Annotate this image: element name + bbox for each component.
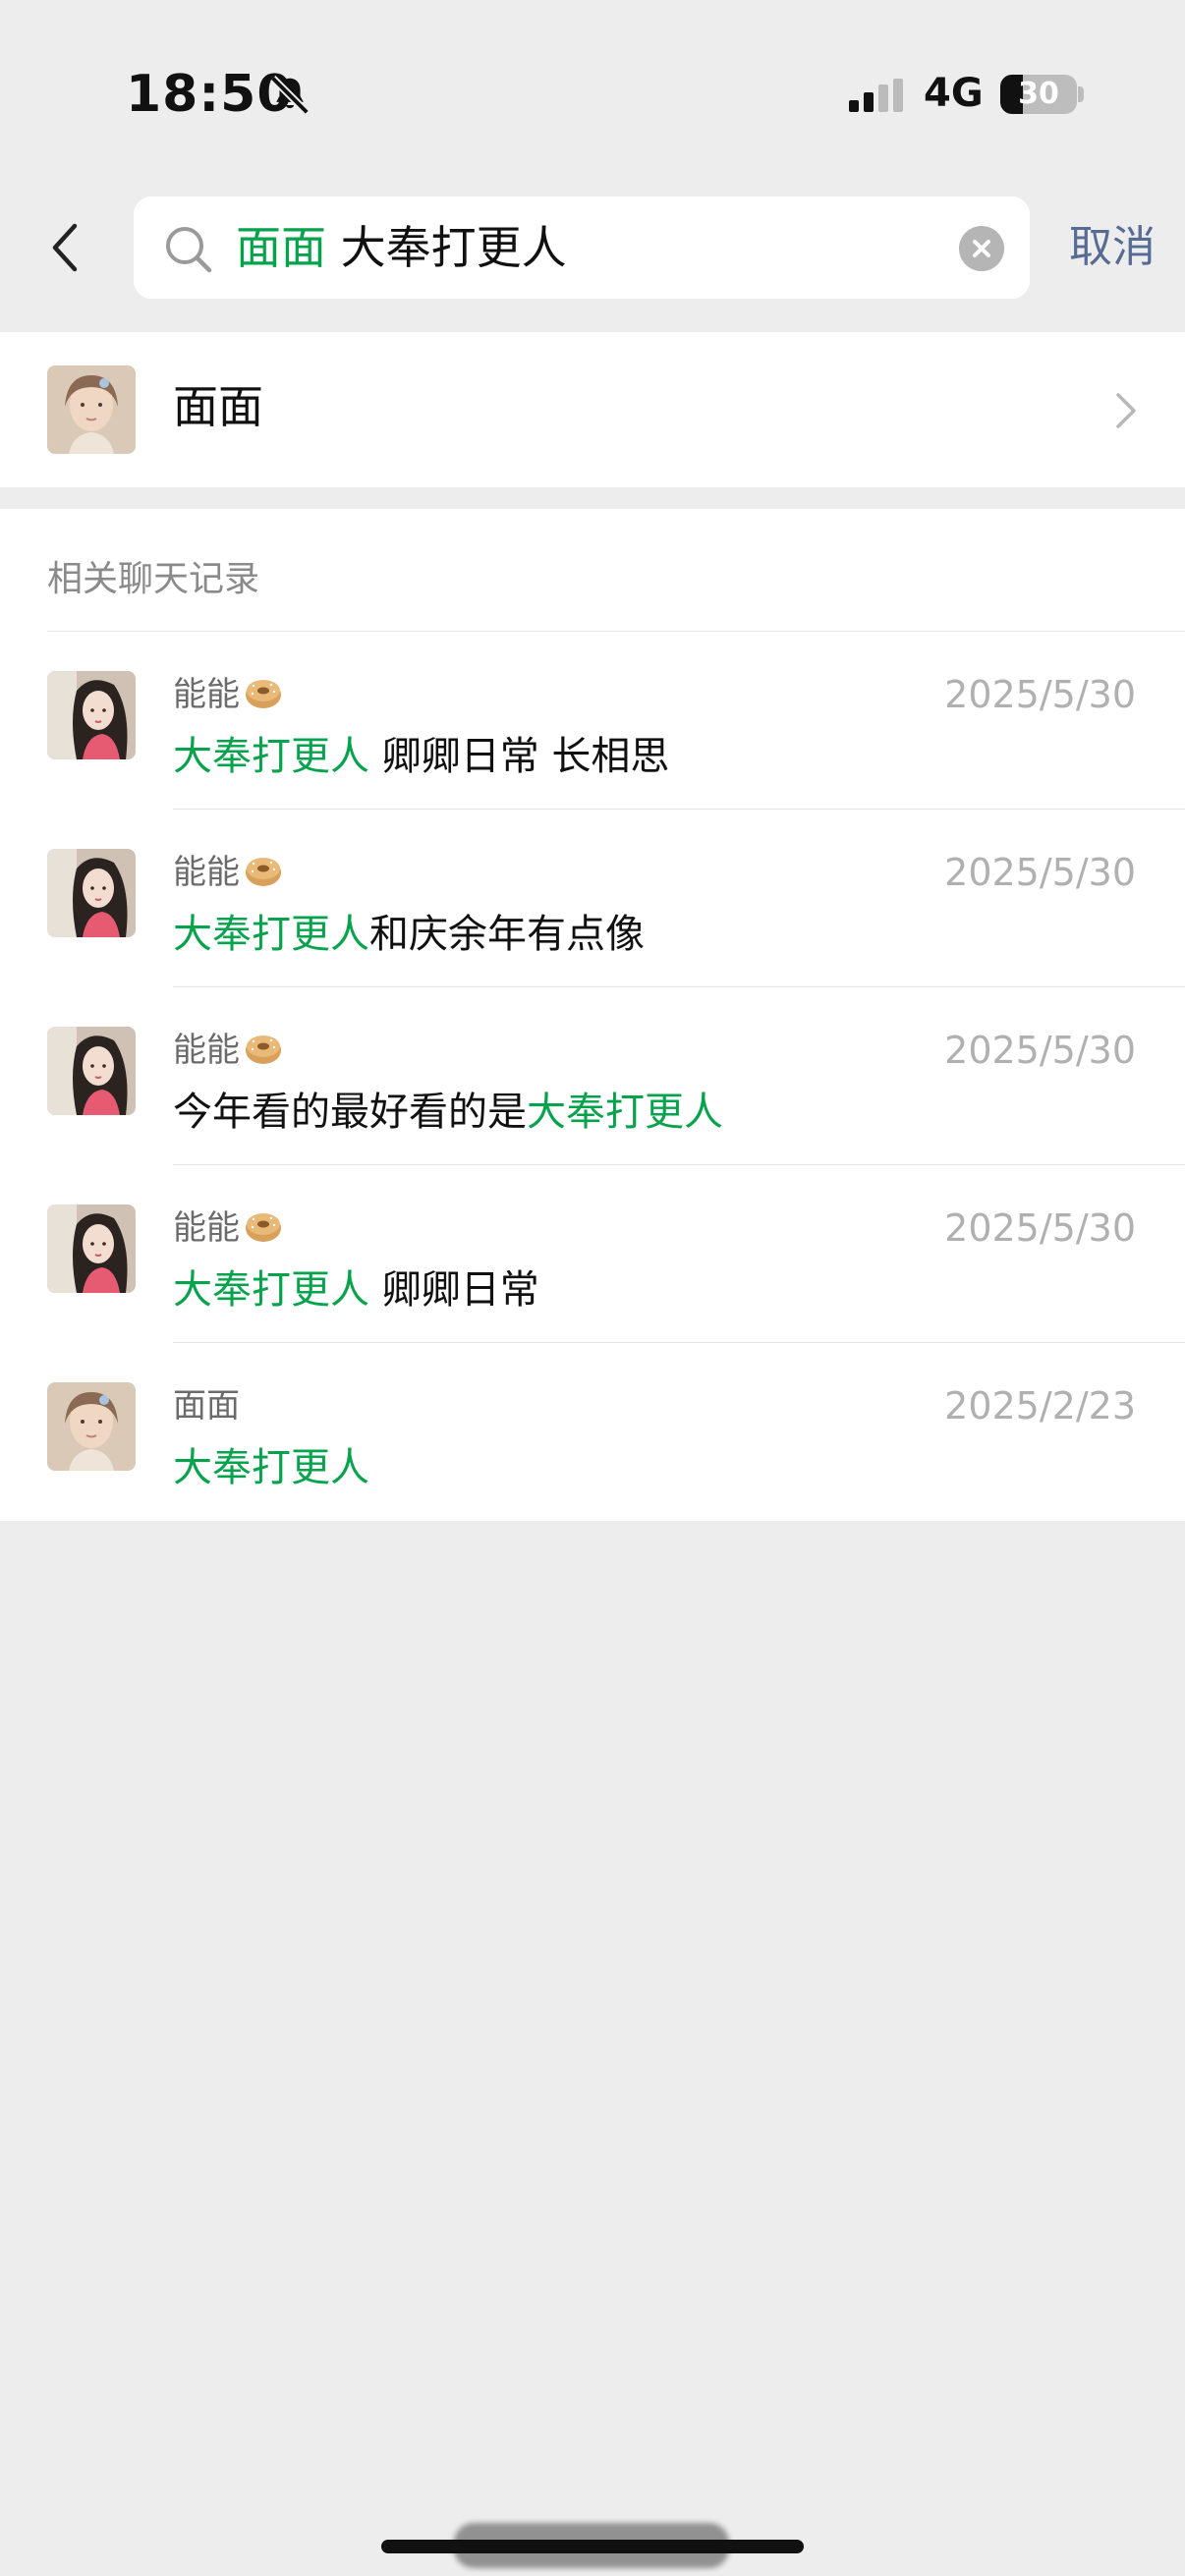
sender-name: 能能 — [173, 851, 283, 894]
list-item[interactable]: 能能 2025/5/30 今年看的最好看的是大奉打更人 — [0, 987, 1185, 1165]
clear-circle-icon[interactable] — [959, 226, 1004, 271]
list-item[interactable]: 能能 2025/5/30 大奉打更人和庆余年有点像 — [0, 810, 1185, 987]
sender-name-text: 能能 — [173, 853, 240, 892]
message-date: 2025/5/30 — [944, 673, 1136, 716]
message-date: 2025/2/23 — [944, 1384, 1136, 1428]
bagel-emoji-icon — [244, 1032, 283, 1067]
sender-name-text: 面面 — [173, 1386, 240, 1426]
avatar — [47, 1382, 136, 1471]
message-date: 2025/5/30 — [944, 1206, 1136, 1250]
search-query[interactable]: 面面 大奉打更人 — [236, 218, 567, 277]
sender-name-text: 能能 — [173, 675, 240, 714]
chevron-left-icon[interactable] — [45, 218, 85, 277]
list-item[interactable]: 能能 2025/5/30 大奉打更人 卿卿日常 长相思 — [0, 632, 1185, 810]
battery-percent: 30 — [1018, 77, 1059, 111]
message-snippet: 今年看的最好看的是大奉打更人 — [173, 1086, 723, 1139]
signal-icon — [849, 79, 903, 112]
avatar — [47, 365, 136, 454]
message-snippet: 大奉打更人 卿卿日常 长相思 — [173, 730, 669, 783]
snippet-text: 卿卿日常 长相思 — [369, 734, 670, 779]
sender-name-text: 能能 — [173, 1031, 240, 1070]
sender-name-text: 能能 — [173, 1208, 240, 1248]
section-header: 相关聊天记录 — [47, 559, 260, 599]
home-indicator[interactable] — [381, 2540, 804, 2553]
message-date: 2025/5/30 — [944, 1029, 1136, 1072]
snippet-text: 和庆余年有点像 — [369, 912, 645, 957]
bagel-emoji-icon — [244, 854, 283, 889]
snippet-text: 今年看的最好看的是 — [173, 1090, 527, 1135]
bell-muted-icon — [270, 76, 310, 115]
battery-icon: 30 — [1000, 75, 1077, 114]
bagel-emoji-icon — [244, 676, 283, 711]
message-date: 2025/5/30 — [944, 851, 1136, 894]
bagel-emoji-icon — [244, 1209, 283, 1245]
contact-name: 面面 — [173, 380, 263, 433]
contact-result[interactable]: 面面 — [0, 332, 1185, 487]
sender-name: 能能 — [173, 1029, 283, 1072]
search-contact-token[interactable]: 面面 — [236, 221, 326, 274]
snippet-highlight: 大奉打更人 — [173, 1267, 369, 1313]
search-input[interactable]: 面面 大奉打更人 — [134, 196, 1030, 299]
list-item[interactable]: 面面 2025/2/23 大奉打更人 — [0, 1343, 1185, 1521]
sender-name: 能能 — [173, 1206, 283, 1250]
avatar — [47, 1027, 136, 1115]
search-bar: 面面 大奉打更人 取消 — [0, 193, 1185, 305]
snippet-highlight: 大奉打更人 — [527, 1090, 723, 1135]
message-snippet: 大奉打更人 — [173, 1441, 369, 1494]
sender-name: 能能 — [173, 673, 283, 716]
sender-name: 面面 — [173, 1384, 240, 1428]
search-icon — [166, 227, 212, 273]
snippet-highlight: 大奉打更人 — [173, 912, 369, 957]
message-snippet: 大奉打更人 卿卿日常 — [173, 1263, 539, 1316]
list-item[interactable]: 能能 2025/5/30 大奉打更人 卿卿日常 — [0, 1165, 1185, 1343]
battery-tip — [1078, 86, 1084, 102]
cancel-button[interactable]: 取消 — [1069, 218, 1156, 277]
snippet-highlight: 大奉打更人 — [173, 734, 369, 779]
avatar — [47, 671, 136, 759]
avatar — [47, 849, 136, 937]
network-type: 4G — [924, 71, 984, 116]
snippet-highlight: 大奉打更人 — [173, 1445, 369, 1490]
status-bar: 18:50 4G 30 — [0, 0, 1185, 177]
message-snippet: 大奉打更人和庆余年有点像 — [173, 908, 645, 961]
snippet-text: 卿卿日常 — [369, 1267, 539, 1313]
search-keyword: 大奉打更人 — [326, 221, 567, 274]
chevron-right-icon — [1116, 393, 1136, 428]
avatar — [47, 1204, 136, 1293]
chat-records-section: 相关聊天记录 能能 2025/5/30 大奉打更人 卿卿日常 长相思 能能 2025/5… — [0, 509, 1185, 1521]
